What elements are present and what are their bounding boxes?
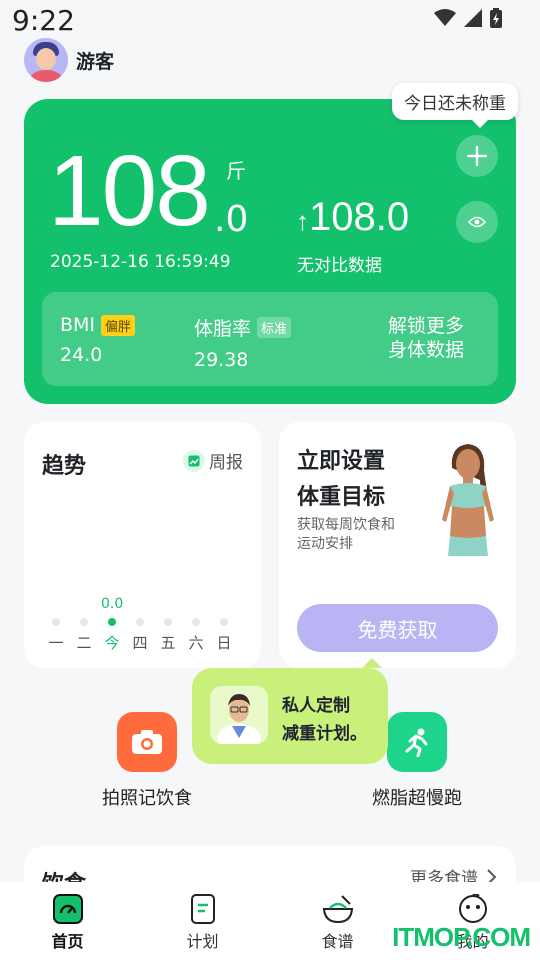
goal-title: 立即设置 体重目标 — [297, 444, 385, 516]
watermark: ITMOP.COM — [392, 922, 531, 952]
bowl-icon — [322, 895, 353, 924]
user-profile[interactable]: 游客 — [24, 38, 114, 82]
tab-plan[interactable]: 计划 — [135, 882, 270, 960]
signal-icon — [464, 9, 482, 27]
compare-label: 无对比数据 — [297, 256, 382, 276]
weight-integer: 108 — [48, 135, 211, 247]
unlock-more-data[interactable]: 解锁更多 身体数据 — [388, 314, 464, 362]
user-name: 游客 — [76, 50, 115, 73]
photo-log-food-label: 拍照记饮食 — [102, 788, 192, 809]
trend-title: 趋势 — [42, 454, 87, 479]
avatar[interactable] — [24, 38, 68, 82]
status-bar: 9:22 — [0, 0, 540, 40]
day-mon: 一 — [42, 618, 70, 653]
battery-icon — [490, 8, 502, 28]
tab-plan-label: 计划 — [186, 932, 219, 951]
eye-icon — [468, 216, 486, 228]
custom-plan-line-1: 私人定制 — [282, 696, 350, 716]
free-get-button[interactable]: 免费获取 — [297, 604, 498, 652]
tab-recipes[interactable]: 食谱 — [270, 882, 405, 960]
weigh-datetime: 2025-12-16 16:59:49 — [50, 252, 231, 272]
tab-home[interactable]: 首页 — [0, 882, 135, 960]
tab-recipes-label: 食谱 — [321, 932, 354, 951]
photo-log-food-button[interactable]: 拍照记饮食 — [102, 712, 192, 810]
profile-face-icon — [458, 894, 487, 923]
today-weight-value: 0.0 — [101, 596, 124, 612]
goal-description: 获取每周饮食和 运动安排 — [297, 516, 395, 554]
weekly-report-label: 周报 — [209, 453, 243, 473]
custom-plan-popup[interactable]: 私人定制 减重计划。 — [192, 658, 388, 764]
day-tue: 二 — [70, 618, 98, 653]
fitness-woman-illustration — [442, 444, 494, 556]
goal-title-line-1: 立即设置 — [297, 449, 386, 474]
goal-desc-line-2: 运动安排 — [297, 536, 353, 552]
status-icons — [434, 8, 502, 28]
bmi-label: BMI — [60, 314, 96, 336]
weight-card[interactable]: 今日还未称重 108 斤 .0 2025-12-16 16:59:49 ↑108… — [24, 83, 518, 404]
bmi-value: 24.0 — [60, 344, 103, 366]
toggle-visibility-button[interactable] — [456, 201, 498, 243]
doctor-avatar — [210, 686, 268, 744]
weight-goal-card[interactable]: 立即设置 体重目标 获取每周饮食和 运动安排 免费获取 — [279, 422, 516, 668]
arrow-up-icon: ↑ — [296, 206, 309, 236]
weekly-report-button[interactable]: 周报 — [183, 448, 243, 473]
compare-value: 108.0 — [309, 195, 410, 239]
goal-title-line-2: 体重目标 — [297, 485, 386, 510]
unlock-line-1: 解锁更多 — [387, 315, 464, 337]
status-time: 9:22 — [12, 4, 75, 37]
bodyfat-label: 体脂率 — [194, 318, 252, 340]
custom-plan-text: 私人定制 减重计划。 — [282, 692, 367, 748]
bodyfat-stat: 体脂率 标准 29.38 — [194, 314, 292, 371]
day-thu: 四 — [126, 618, 154, 653]
plus-icon — [467, 146, 487, 166]
tab-home-label: 首页 — [51, 932, 84, 951]
bmi-status-badge: 偏胖 — [101, 314, 136, 336]
custom-plan-line-2: 减重计划。 — [282, 724, 367, 744]
running-icon — [387, 712, 447, 772]
plan-icon — [190, 894, 215, 924]
bmi-stat: BMI 偏胖 24.0 — [60, 314, 136, 366]
weight-decimal: .0 — [214, 199, 249, 240]
slow-jog-label: 燃脂超慢跑 — [372, 788, 462, 809]
bodyfat-value: 29.38 — [194, 349, 249, 371]
goal-desc-line-1: 获取每周饮食和 — [297, 517, 395, 533]
weekday-row: 一 二 今 四 五 六 日 — [42, 618, 238, 653]
day-sun: 日 — [210, 618, 238, 653]
wifi-icon — [434, 9, 456, 26]
compare-weight: ↑108.0 — [296, 195, 409, 240]
weight-unit: 斤 — [226, 159, 246, 183]
day-today: 今 — [98, 618, 126, 653]
home-gauge-icon — [52, 894, 83, 924]
day-sat: 六 — [182, 618, 210, 653]
weigh-reminder-tooltip: 今日还未称重 — [392, 83, 518, 128]
chart-icon — [183, 449, 205, 472]
day-fri: 五 — [154, 618, 182, 653]
add-weight-button[interactable] — [456, 135, 498, 177]
camera-icon — [117, 712, 177, 772]
unlock-line-2: 身体数据 — [387, 339, 464, 361]
trend-card[interactable]: 趋势 周报 0.0 一 二 今 四 五 六 日 — [24, 422, 261, 668]
body-stats-panel[interactable]: BMI 偏胖 24.0 体脂率 标准 29.38 解锁更多 身体数据 — [42, 292, 498, 386]
bodyfat-status-badge: 标准 — [257, 317, 292, 338]
